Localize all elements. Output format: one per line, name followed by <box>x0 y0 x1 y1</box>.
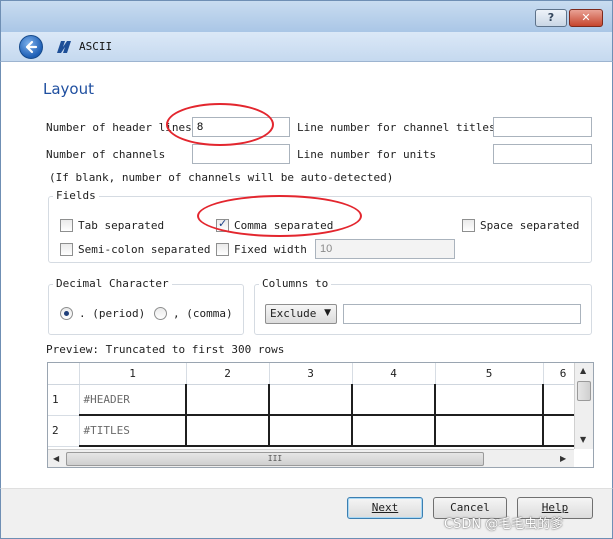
table-cell[interactable] <box>352 415 436 447</box>
num-channels-input[interactable] <box>192 144 290 164</box>
fixed-width-label: Fixed width <box>234 243 307 256</box>
horizontal-scroll-thumb[interactable]: III <box>66 452 484 466</box>
corner-cell <box>48 363 80 385</box>
scroll-down-icon[interactable]: ▼ <box>580 435 586 444</box>
horizontal-scrollbar[interactable]: ◀ III ▶ <box>48 449 574 467</box>
layout-page: Layout Number of header lines Line numbe… <box>0 62 613 488</box>
window-title: ASCII <box>79 40 113 53</box>
table-row: 2 #TITLES <box>48 415 584 447</box>
column-header[interactable]: 4 <box>352 363 436 385</box>
comma-separated-label: Comma separated <box>234 219 334 232</box>
window-help-button[interactable]: ? <box>535 9 567 27</box>
columns-input[interactable] <box>343 304 581 324</box>
preview-grid[interactable]: 1 2 3 4 5 6 1 #HEADER 2 #TITLES ▲ ▼ ◀ II… <box>47 362 594 468</box>
period-radio[interactable] <box>60 307 73 320</box>
vertical-scrollbar[interactable]: ▲ ▼ <box>574 363 593 449</box>
channel-titles-label: Line number for channel titles <box>297 121 496 134</box>
row-number: 2 <box>48 415 80 447</box>
column-header[interactable]: 5 <box>435 363 544 385</box>
decimal-group-title: Decimal Character <box>53 277 172 290</box>
comma-label: , (comma) <box>173 307 233 320</box>
header-lines-label: Number of header lines <box>46 121 192 134</box>
page-title: Layout <box>43 80 94 98</box>
column-header[interactable]: 3 <box>269 363 353 385</box>
preview-table: 1 2 3 4 5 6 1 #HEADER 2 #TITLES <box>48 363 584 447</box>
back-button[interactable] <box>19 35 43 59</box>
separators-group-title: Fields <box>53 189 99 202</box>
channel-titles-input[interactable] <box>493 117 592 137</box>
scroll-left-icon[interactable]: ◀ <box>53 454 59 463</box>
period-label: . (period) <box>79 307 146 320</box>
table-cell[interactable] <box>435 415 544 447</box>
columns-group: Columns to Exclude ▼ <box>254 277 592 335</box>
comma-separated-checkbox[interactable] <box>216 217 229 232</box>
preview-header-row: 1 2 3 4 5 6 <box>48 363 584 385</box>
scroll-right-icon[interactable]: ▶ <box>560 454 566 463</box>
title-bar: ? ✕ <box>0 0 613 32</box>
window-close-button[interactable]: ✕ <box>569 9 603 27</box>
watermark: CSDN @毛毛虫的爹 <box>444 517 564 532</box>
tab-separated-label: Tab separated <box>78 219 165 232</box>
space-separated-label: Space separated <box>480 219 580 232</box>
fixed-width-checkbox[interactable] <box>216 243 229 256</box>
preview-label: Preview: Truncated to first 300 rows <box>46 343 285 356</box>
column-header[interactable]: 2 <box>186 363 270 385</box>
auto-detect-hint: (If blank, number of channels will be au… <box>49 171 394 184</box>
units-label: Line number for units <box>297 148 437 161</box>
table-cell[interactable]: #TITLES <box>79 415 187 447</box>
table-cell[interactable] <box>186 384 270 416</box>
comma-radio[interactable] <box>154 307 167 320</box>
num-channels-label: Number of channels <box>46 148 166 161</box>
columns-mode-value: Exclude <box>270 307 317 320</box>
back-arrow-icon <box>25 40 38 54</box>
decimal-group: Decimal Character . (period) , (comma) <box>48 277 244 335</box>
semicolon-separated-checkbox[interactable] <box>60 243 73 256</box>
column-header[interactable]: 1 <box>79 363 187 385</box>
columns-group-title: Columns to <box>259 277 332 290</box>
columns-mode-dropdown[interactable]: Exclude ▼ <box>265 304 337 324</box>
table-cell[interactable] <box>269 384 353 416</box>
next-button-label: Next <box>371 501 399 514</box>
next-button[interactable]: Next <box>347 497 423 519</box>
space-separated-checkbox[interactable] <box>462 219 475 232</box>
table-row: 1 #HEADER <box>48 384 584 416</box>
semicolon-separated-label: Semi-colon separated <box>78 243 211 256</box>
vertical-scroll-thumb[interactable] <box>577 381 591 401</box>
app-logo-icon <box>57 41 71 53</box>
tab-separated-checkbox[interactable] <box>60 219 73 232</box>
table-cell[interactable] <box>352 384 436 416</box>
fixed-width-input[interactable] <box>315 239 455 259</box>
chevron-down-icon: ▼ <box>324 308 331 318</box>
table-cell[interactable]: #HEADER <box>79 384 187 416</box>
table-cell[interactable] <box>269 415 353 447</box>
header-lines-input[interactable] <box>192 117 290 137</box>
navigation-bar: ASCII <box>0 32 613 62</box>
row-number: 1 <box>48 384 80 416</box>
separators-group: Fields Tab separated Comma separated Spa… <box>48 189 592 263</box>
table-cell[interactable] <box>186 415 270 447</box>
dialog-footer: Next Cancel Help CSDN @毛毛虫的爹 <box>0 488 613 539</box>
scroll-up-icon[interactable]: ▲ <box>580 366 586 375</box>
table-cell[interactable] <box>435 384 544 416</box>
units-input[interactable] <box>493 144 592 164</box>
